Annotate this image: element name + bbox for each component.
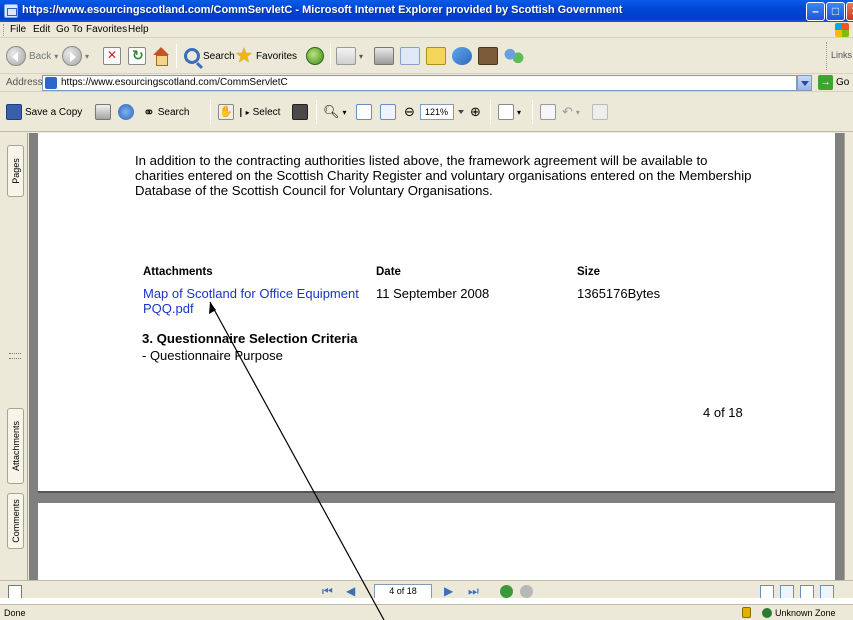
annotation-arrow-line xyxy=(209,301,385,620)
annotation-arrow xyxy=(209,301,385,620)
